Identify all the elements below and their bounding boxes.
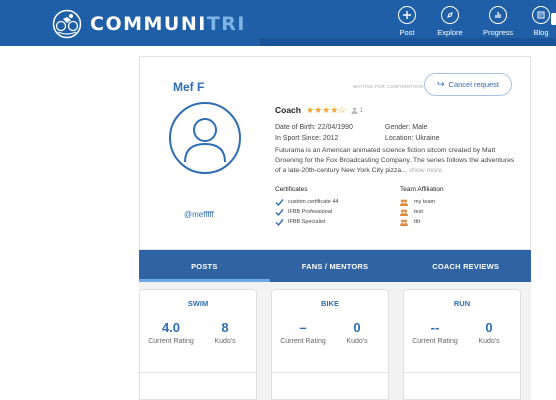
- kudos-value: 0: [485, 320, 493, 335]
- certificate-label: custom certificate 44: [288, 199, 339, 205]
- star-filled-icon: ★: [330, 104, 339, 115]
- kudos: 8 Kudo's: [200, 320, 250, 347]
- user-placeholder-icon: [184, 118, 226, 163]
- nav-progress[interactable]: Progress: [475, 6, 521, 37]
- tab-coach-reviews[interactable]: COACH REVIEWS: [400, 250, 531, 282]
- check-icon: [275, 208, 284, 216]
- cancel-request-button[interactable]: ↪ Cancel request: [424, 73, 512, 96]
- share-arrow-icon: ↪: [437, 79, 445, 89]
- star-filled-icon: ★: [305, 104, 315, 115]
- list-item: IFBB Professional: [275, 207, 338, 217]
- nav-post[interactable]: Post: [388, 6, 426, 37]
- date-of-birth: Date of Birth: 22/04/1990: [275, 124, 353, 131]
- star-filled-icon: ★: [314, 104, 323, 115]
- main-nav: Post Explore Progress Blog: [388, 6, 556, 37]
- rating-value: –: [299, 320, 307, 335]
- rating-value: --: [430, 320, 440, 335]
- star-filled-icon: ★: [322, 104, 331, 115]
- list-item[interactable]: my team: [400, 197, 435, 207]
- bio-body: Futurama is an American animated science…: [275, 147, 515, 174]
- nav-explore[interactable]: Explore: [427, 6, 473, 37]
- divider: [404, 372, 520, 373]
- rating-label: Current Rating: [280, 338, 326, 345]
- sport-card-bike[interactable]: BIKE – Current Rating 0 Kudo's: [271, 289, 389, 400]
- current-rating: 4.0 Current Rating: [146, 320, 196, 347]
- status-badge: WAITING FOR CONFIRMATION: [353, 84, 424, 89]
- list-item: IFBB Specialist: [275, 217, 338, 227]
- sport-title: SWIM: [187, 299, 209, 308]
- team-icon: [400, 209, 408, 216]
- show-more-link[interactable]: show more: [409, 167, 442, 174]
- plus-icon: [398, 6, 416, 24]
- sport-card-run[interactable]: RUN -- Current Rating 0 Kudo's: [403, 289, 521, 400]
- logo-text: COMMUNITRI: [90, 13, 246, 35]
- check-icon: [275, 198, 284, 206]
- sport-title: BIKE: [321, 299, 339, 308]
- avatar[interactable]: [169, 102, 241, 174]
- list-item[interactable]: test: [400, 207, 435, 217]
- blog-icon: [532, 6, 550, 24]
- nav-overflow-edge: [551, 13, 556, 25]
- kudos-label: Kudo's: [214, 338, 236, 345]
- rating-value: 4.0: [161, 320, 181, 335]
- kudos: 0 Kudo's: [332, 320, 382, 347]
- sport-title: RUN: [453, 299, 471, 308]
- profile-role: Coach: [275, 105, 301, 115]
- team-affiliation-title: Team Affiliation: [400, 186, 444, 193]
- certificates-title: Certificates: [275, 186, 308, 193]
- topbar-stripe: [260, 38, 556, 46]
- bio-text: Futurama is an American animated science…: [275, 146, 515, 176]
- nav-post-label: Post: [399, 28, 415, 37]
- team-label: test: [414, 209, 423, 215]
- profile-name: Mef F: [173, 80, 205, 94]
- list-item[interactable]: tttt: [400, 217, 435, 227]
- bar-chart-icon: [489, 6, 507, 24]
- kudos-label: Kudo's: [478, 338, 500, 345]
- compass-icon: [441, 6, 459, 24]
- nav-blog-label: Blog: [533, 28, 549, 37]
- in-sport-since: In Sport Since: 2012: [275, 135, 339, 142]
- role-rating-row: Coach ★ ★ ★ ★ ☆ 1: [275, 105, 363, 115]
- profile-username: @mefffff: [184, 210, 214, 219]
- location: Location: Ukraine: [385, 135, 440, 142]
- profile-tabs: POSTS FANS / MENTORS COACH REVIEWS: [139, 250, 531, 282]
- nav-progress-label: Progress: [482, 28, 513, 37]
- sport-card-swim[interactable]: SWIM 4.0 Current Rating 8 Kudo's: [139, 289, 257, 400]
- certificate-label: IFBB Professional: [288, 209, 333, 215]
- team-label: my team: [414, 199, 436, 205]
- kudos-value: 0: [353, 320, 361, 335]
- nav-explore-label: Explore: [437, 28, 463, 37]
- list-item: custom certificate 44: [275, 197, 338, 207]
- kudos: 0 Kudo's: [464, 320, 514, 347]
- rating-count: 1: [359, 106, 363, 114]
- current-rating: – Current Rating: [278, 320, 328, 347]
- kudos-value: 8: [221, 320, 229, 335]
- divider: [272, 372, 388, 373]
- divider: [140, 372, 256, 373]
- rating-stars: ★ ★ ★ ★ ☆: [305, 104, 347, 115]
- kudos-label: Kudo's: [346, 338, 368, 345]
- cancel-request-label: Cancel request: [448, 80, 499, 89]
- check-icon: [275, 218, 284, 226]
- rating-label: Current Rating: [412, 338, 458, 345]
- team-icon: [400, 199, 408, 206]
- logo-icon: [52, 9, 82, 39]
- top-navigation-bar: COMMUNITRI Post Explore Progress Blog: [0, 0, 556, 46]
- person-icon: [351, 106, 358, 114]
- tab-posts[interactable]: POSTS: [139, 250, 270, 282]
- certificate-label: IFBB Specialist: [288, 219, 326, 225]
- rating-label: Current Rating: [148, 338, 194, 345]
- star-empty-icon: ☆: [338, 104, 347, 115]
- tab-fans-mentors[interactable]: FANS / MENTORS: [270, 250, 401, 282]
- app-logo[interactable]: COMMUNITRI: [52, 9, 246, 39]
- logo-text-main: COMMUNI: [90, 13, 207, 35]
- logo-text-accent: TRI: [206, 13, 246, 35]
- current-rating: -- Current Rating: [410, 320, 460, 347]
- team-icon: [400, 219, 408, 226]
- certificates-list: custom certificate 44 IFBB Professional …: [275, 197, 338, 227]
- gender: Gender: Male: [385, 124, 428, 131]
- profile-card: Mef F @mefffff WAITING FOR CONFIRMATION …: [139, 56, 531, 250]
- team-list: my team test tttt: [400, 197, 435, 227]
- team-label: tttt: [414, 219, 421, 225]
